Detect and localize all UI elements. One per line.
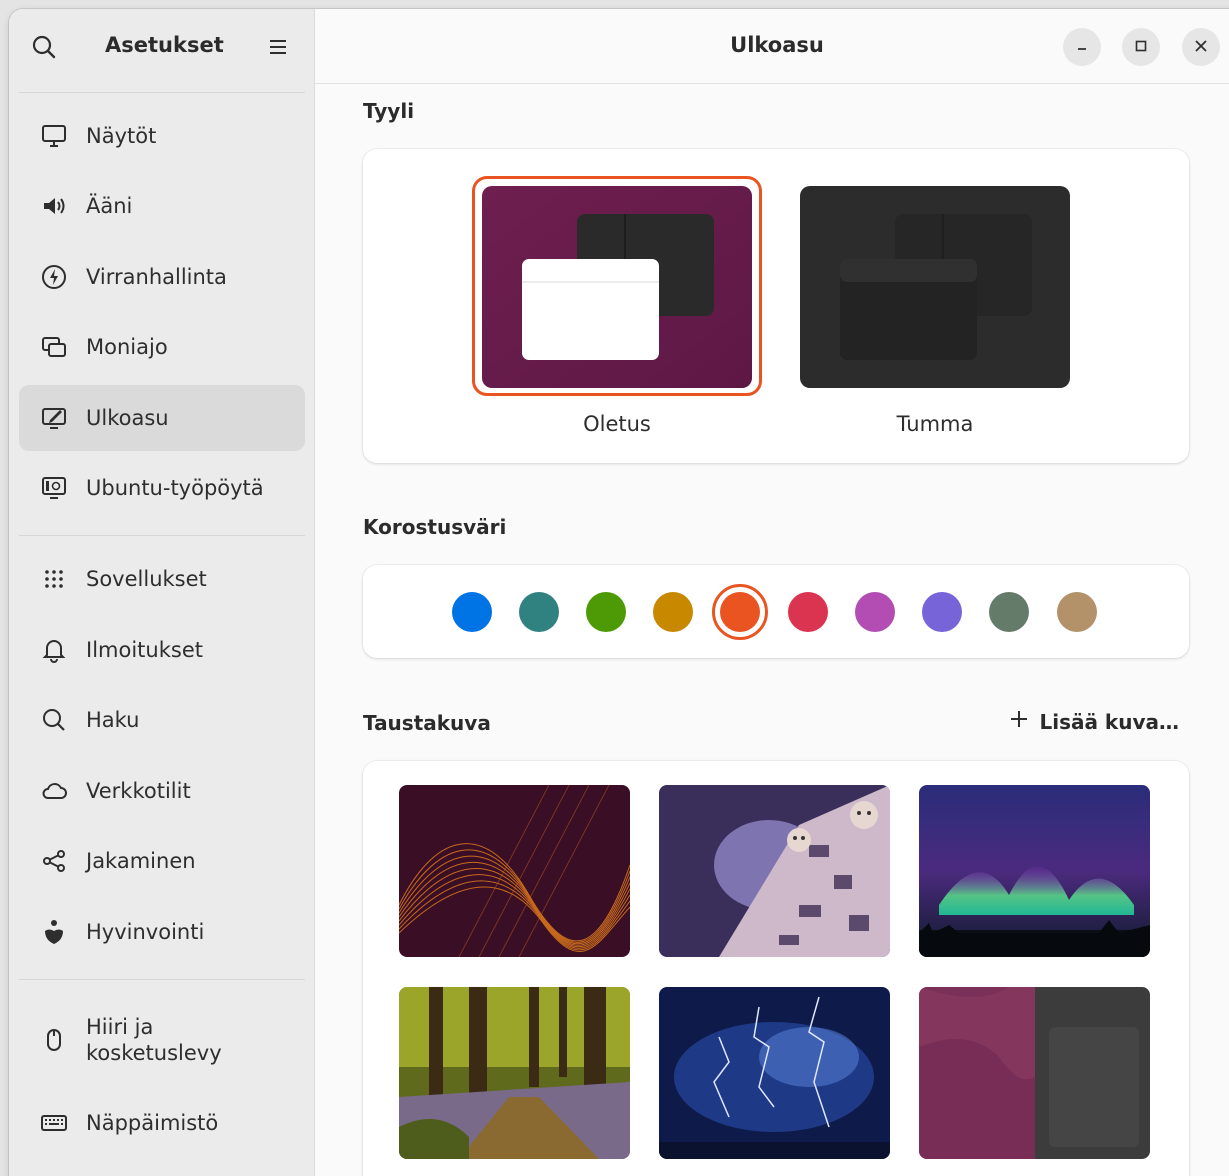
multitasking-icon [39,332,69,362]
bell-icon [39,635,69,665]
accent-swatch-green[interactable] [586,592,626,632]
sidebar-title: Asetukset [105,33,224,57]
header-bar: Ulkoasu [315,9,1229,84]
accent-swatch-slate[interactable] [989,592,1029,632]
style-option-default[interactable] [482,186,752,388]
hamburger-menu-icon[interactable] [265,34,291,60]
cloud-icon [39,776,69,806]
sidebar-item-label: Ilmoitukset [86,638,203,662]
sidebar-item-label: Sovellukset [86,567,207,591]
maximize-icon [1134,38,1148,57]
sidebar-item-aani[interactable]: Ääni [19,173,305,239]
power-icon [39,262,69,292]
accent-section-title: Korostusväri [363,515,507,539]
sidebar-item-label: Jakaminen [86,849,196,873]
accent-swatch-purple[interactable] [922,592,962,632]
sidebar: Asetukset Näytöt Ääni Virranhallinta Mon… [9,9,315,1176]
style-card: Oletus Tumma [363,149,1189,463]
wallpaper-forest-path[interactable] [399,987,630,1159]
sidebar-item-label: Verkkotilit [86,779,191,803]
sidebar-item-virranhallinta[interactable]: Virranhallinta [19,244,305,310]
speaker-icon [39,191,69,221]
plus-icon [1009,709,1029,734]
wallpaper-aurora[interactable] [919,785,1150,957]
share-icon [39,846,69,876]
wallpaper-section-title: Taustakuva [363,711,491,735]
sidebar-item-ubuntu-tyopoyta[interactable]: Ubuntu-työpöytä [19,455,305,521]
appearance-icon [39,403,69,433]
sidebar-divider [19,979,305,980]
maximize-button[interactable] [1122,28,1160,66]
sidebar-item-ilmoitukset[interactable]: Ilmoitukset [19,617,305,683]
accent-swatch-blue[interactable] [452,592,492,632]
sidebar-item-verkkotilit[interactable]: Verkkotilit [19,758,305,824]
style-option-default-label: Oletus [583,412,651,436]
sidebar-item-haku[interactable]: Haku [19,687,305,753]
sidebar-item-naytot[interactable]: Näytöt [19,103,305,169]
sidebar-divider [19,535,305,536]
style-section-title: Tyyli [363,99,415,123]
sidebar-item-label: Hiiri ja kosketuslevy [86,1015,222,1065]
minimize-icon [1075,38,1089,57]
sidebar-item-ulkoasu[interactable]: Ulkoasu [19,385,305,451]
accent-swatch-brown[interactable] [1057,592,1097,632]
sidebar-item-sovellukset[interactable]: Sovellukset [19,546,305,612]
settings-window: Asetukset Näytöt Ääni Virranhallinta Mon… [9,9,1229,1176]
add-picture-label: Lisää kuva… [1039,709,1179,734]
wallpaper-card [363,761,1189,1176]
sidebar-item-label: Näytöt [86,124,157,148]
sidebar-item-label: Ubuntu-työpöytä [86,476,264,500]
sidebar-item-label: Ääni [86,194,133,218]
search-icon[interactable] [31,34,57,60]
sidebar-item-label: Näppäimistö [86,1111,219,1135]
search-icon [39,705,69,735]
sidebar-item-nappaimisto[interactable]: Näppäimistö [19,1090,305,1156]
wallpaper-raccoon-illustration[interactable] [659,785,890,957]
close-button[interactable] [1182,28,1220,66]
minimize-button[interactable] [1063,28,1101,66]
accent-card [363,565,1189,658]
accent-swatch-yellow[interactable] [653,592,693,632]
accent-swatch-orange[interactable] [720,592,760,632]
sidebar-divider [19,92,305,93]
accent-swatch-red[interactable] [788,592,828,632]
add-picture-button[interactable]: Lisää kuva… [1009,709,1179,734]
accent-swatch-teal[interactable] [519,592,559,632]
apps-grid-icon [39,564,69,594]
mouse-icon [39,1025,69,1055]
sidebar-item-hiiri-ja-kosketuslevy[interactable]: Hiiri ja kosketuslevy [19,1005,305,1075]
close-icon [1194,38,1208,57]
wallpaper-lightning-storm[interactable] [659,987,890,1159]
main-content: Ulkoasu Tyyli Oletus Tumma Korostusväri … [315,9,1229,1176]
keyboard-icon [39,1108,69,1138]
wellbeing-icon [39,917,69,947]
sidebar-item-label: Virranhallinta [86,265,227,289]
sidebar-item-hyvinvointi[interactable]: Hyvinvointi [19,899,305,965]
wallpaper-wave[interactable] [399,785,630,957]
sidebar-item-moniajo[interactable]: Moniajo [19,314,305,380]
sidebar-item-jakaminen[interactable]: Jakaminen [19,828,305,894]
wallpaper-split-purple-dark[interactable] [919,987,1150,1159]
sidebar-item-label: Haku [86,708,140,732]
ubuntu-desktop-icon [39,473,69,503]
style-option-dark-label: Tumma [896,412,974,436]
accent-swatch-magenta[interactable] [855,592,895,632]
sidebar-header: Asetukset [9,9,315,84]
sidebar-item-label: Ulkoasu [86,406,169,430]
display-icon [39,121,69,151]
sidebar-item-label: Moniajo [86,335,168,359]
sidebar-item-label: Hyvinvointi [86,920,205,944]
style-option-dark[interactable] [800,186,1070,388]
